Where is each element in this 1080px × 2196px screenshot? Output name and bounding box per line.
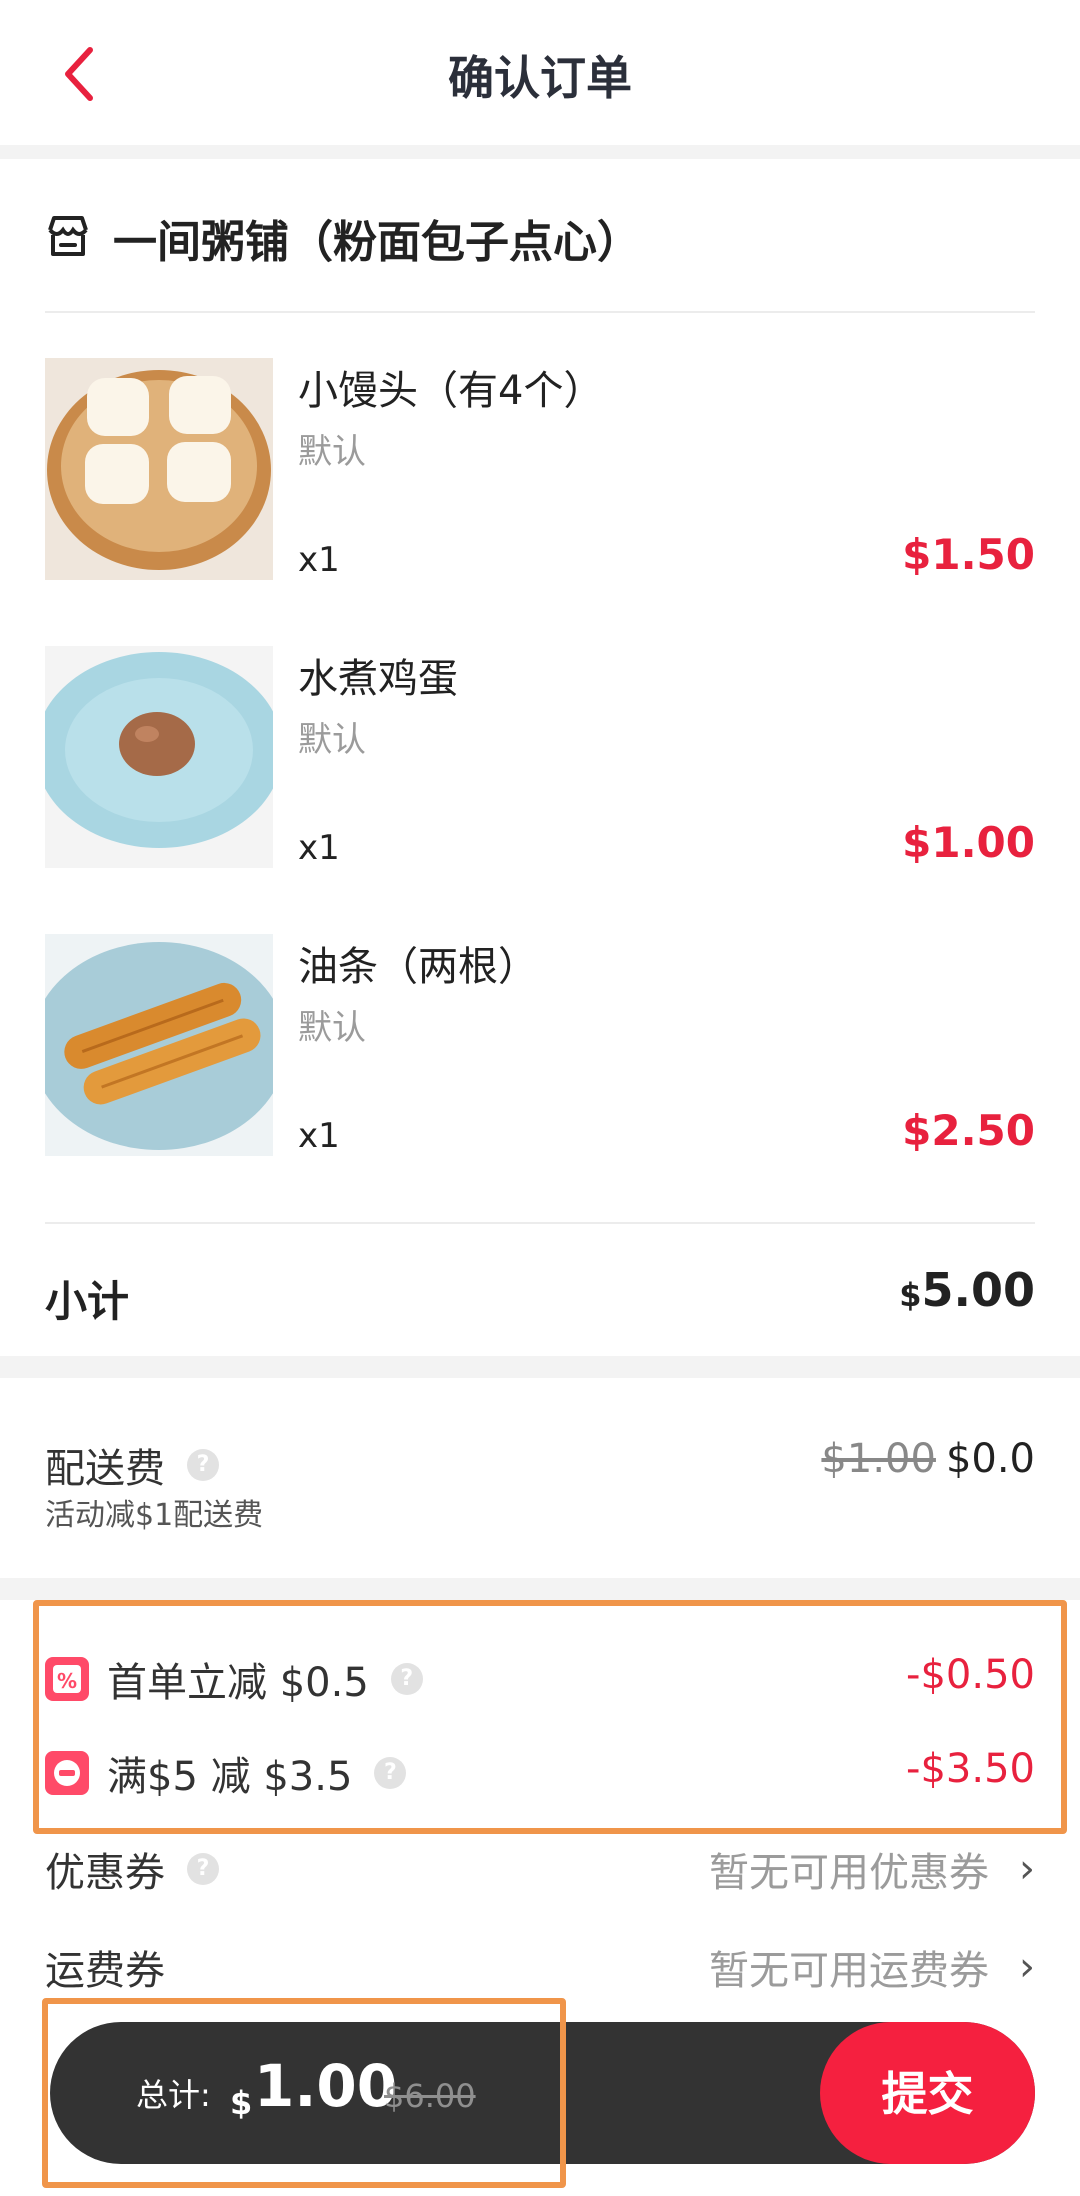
order-item[interactable]: 小馒头（有4个） 默认 x1 $1.50 — [45, 358, 1035, 584]
item-image-steamed-buns — [45, 358, 273, 580]
section-divider — [0, 1356, 1080, 1378]
order-item[interactable]: 水煮鸡蛋 默认 x1 $1.00 — [45, 646, 1035, 872]
item-price: $1.00 — [902, 818, 1035, 867]
store-header: 一间粥铺（粉面包子点心） — [45, 208, 641, 268]
delivery-fee-original: $1.00 — [821, 1436, 936, 1482]
divider — [45, 311, 1035, 313]
section-divider — [0, 145, 1080, 159]
item-spec: 默认 — [298, 1008, 366, 1048]
subtotal-value: $5.00 — [899, 1263, 1035, 1317]
delivery-fee-value: $1.00 $0.0 — [821, 1436, 1035, 1482]
subtotal-amount: 5.00 — [921, 1263, 1036, 1317]
item-spec: 默认 — [298, 432, 366, 472]
section-divider — [0, 1578, 1080, 1600]
chevron-right-icon: › — [1019, 1944, 1035, 1990]
shipping-coupon-row[interactable]: 运费券 — [45, 1938, 165, 1996]
item-price: $2.50 — [902, 1106, 1035, 1155]
shipping-coupon-selector[interactable]: 暂无可用运费券 › — [709, 1938, 1035, 1996]
item-quantity: x1 — [298, 540, 340, 580]
coupon-row[interactable]: 优惠券 ? — [45, 1840, 219, 1898]
item-quantity: x1 — [298, 1116, 340, 1156]
coupon-value: 暂无可用优惠券 — [709, 1850, 989, 1896]
submit-button[interactable]: 提交 — [820, 2022, 1035, 2164]
coupon-selector[interactable]: 暂无可用优惠券 › — [709, 1840, 1035, 1898]
highlight-box — [33, 1600, 1067, 1834]
page-title: 确认订单 — [448, 51, 632, 105]
shipping-coupon-value: 暂无可用运费券 — [709, 1948, 989, 1994]
item-image-boiled-egg — [45, 646, 273, 868]
item-quantity: x1 — [298, 828, 340, 868]
help-icon[interactable]: ? — [187, 1853, 219, 1885]
item-price: $1.50 — [902, 530, 1035, 579]
delivery-fee-label: 配送费 — [45, 1446, 165, 1492]
subtotal-label: 小计 — [45, 1277, 130, 1326]
subtotal-currency: $ — [899, 1276, 922, 1314]
divider — [45, 1222, 1035, 1224]
top-bar: 确认订单 — [0, 0, 1080, 145]
delivery-fee-current: $0.0 — [945, 1436, 1035, 1482]
item-name: 小馒头（有4个） — [298, 368, 604, 414]
help-icon[interactable]: ? — [187, 1449, 219, 1481]
store-icon — [45, 213, 91, 263]
shipping-coupon-label: 运费券 — [45, 1948, 165, 1994]
delivery-fee-row: 配送费 ? — [45, 1436, 219, 1494]
store-name: 一间粥铺（粉面包子点心） — [113, 217, 641, 268]
item-name: 水煮鸡蛋 — [298, 656, 458, 702]
item-name: 油条（两根） — [298, 944, 538, 990]
item-spec: 默认 — [298, 720, 366, 760]
item-image-fried-dough — [45, 934, 273, 1156]
delivery-fee-note: 活动减$1配送费 — [45, 1498, 264, 1533]
highlight-box — [42, 1998, 566, 2188]
chevron-right-icon: › — [1019, 1846, 1035, 1892]
coupon-label: 优惠券 — [45, 1850, 165, 1896]
order-item[interactable]: 油条（两根） 默认 x1 $2.50 — [45, 934, 1035, 1160]
